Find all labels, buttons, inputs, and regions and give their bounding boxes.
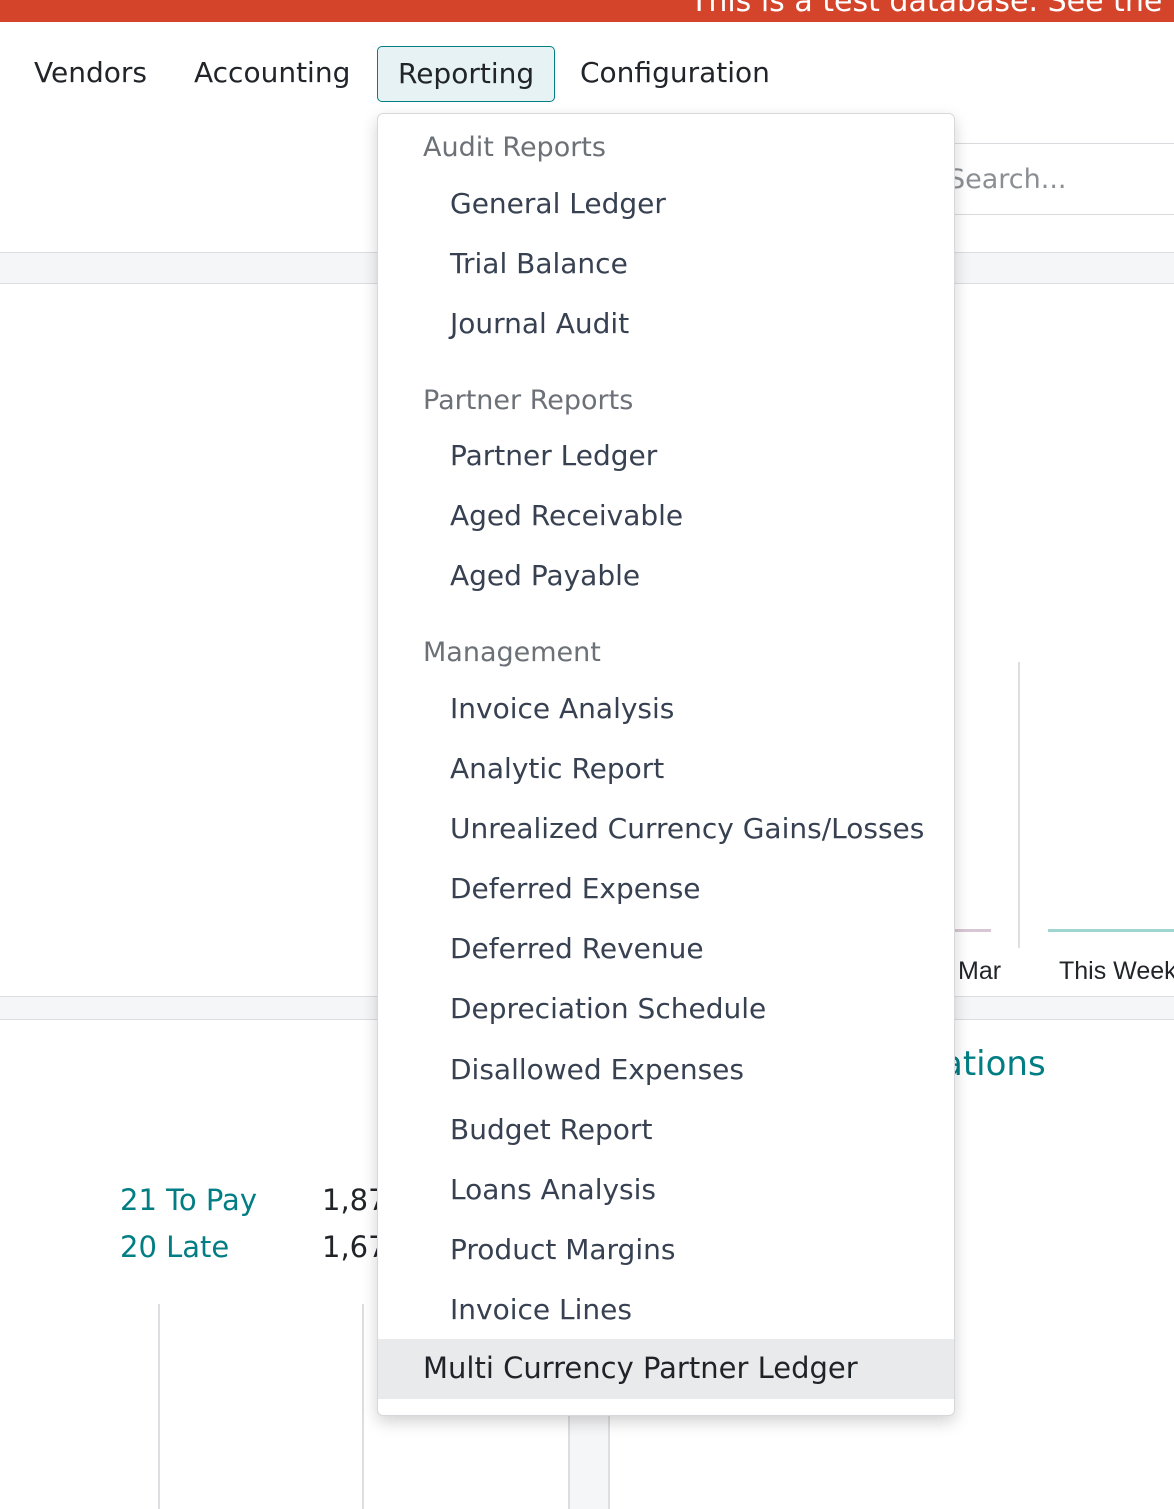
dropdown-item-journal-audit[interactable]: Journal Audit bbox=[450, 307, 629, 340]
test-database-banner: This is a test database. See the bbox=[0, 0, 1174, 22]
dropdown-item-multi-currency-partner-ledger[interactable]: Multi Currency Partner Ledger bbox=[378, 1339, 954, 1399]
dropdown-item-trial-balance[interactable]: Trial Balance bbox=[450, 247, 628, 280]
dropdown-item-aged-receivable[interactable]: Aged Receivable bbox=[450, 499, 683, 532]
dropdown-item-label: Multi Currency Partner Ledger bbox=[423, 1351, 858, 1385]
stat-to-pay-link[interactable]: 21 To Pay bbox=[120, 1183, 257, 1217]
chart-label-this-week: This Week bbox=[1059, 957, 1174, 985]
reporting-dropdown-menu: Audit Reports General Ledger Trial Balan… bbox=[377, 113, 955, 1416]
chart-bar-this-week bbox=[1048, 929, 1174, 932]
dropdown-item-product-margins[interactable]: Product Margins bbox=[450, 1233, 675, 1266]
graph-line bbox=[608, 1414, 610, 1509]
dropdown-item-partner-ledger[interactable]: Partner Ledger bbox=[450, 439, 657, 472]
dropdown-item-invoice-analysis[interactable]: Invoice Analysis bbox=[450, 692, 674, 725]
menu-reporting[interactable]: Reporting bbox=[377, 46, 556, 102]
dropdown-item-general-ledger[interactable]: General Ledger bbox=[450, 187, 666, 220]
dropdown-item-invoice-lines[interactable]: Invoice Lines bbox=[450, 1293, 632, 1326]
dropdown-header-partner-reports: Partner Reports bbox=[423, 385, 634, 416]
dropdown-header-management: Management bbox=[423, 637, 601, 668]
graph-bar bbox=[570, 1414, 608, 1509]
dropdown-item-budget-report[interactable]: Budget Report bbox=[450, 1113, 652, 1146]
menu-vendors[interactable]: Vendors bbox=[34, 46, 147, 102]
chart-divider-line bbox=[1018, 662, 1020, 948]
chart-label-mar: Mar bbox=[958, 957, 1002, 985]
dropdown-item-deferred-revenue[interactable]: Deferred Revenue bbox=[450, 932, 704, 965]
dropdown-item-analytic-report[interactable]: Analytic Report bbox=[450, 752, 664, 785]
stat-late-link[interactable]: 20 Late bbox=[120, 1230, 229, 1264]
menu-accounting[interactable]: Accounting bbox=[194, 46, 350, 102]
banner-text: This is a test database. See the bbox=[690, 0, 1163, 19]
dropdown-item-disallowed-expenses[interactable]: Disallowed Expenses bbox=[450, 1053, 744, 1086]
graph-line bbox=[362, 1304, 364, 1509]
dropdown-item-loans-analysis[interactable]: Loans Analysis bbox=[450, 1173, 656, 1206]
menu-configuration[interactable]: Configuration bbox=[580, 46, 770, 102]
search-placeholder: Search... bbox=[948, 164, 1067, 195]
dropdown-header-audit-reports: Audit Reports bbox=[423, 132, 606, 163]
top-menu-bar: Vendors Accounting Reporting Configurati… bbox=[0, 22, 1174, 122]
dropdown-item-aged-payable[interactable]: Aged Payable bbox=[450, 559, 640, 592]
graph-line bbox=[158, 1304, 160, 1509]
dropdown-item-depreciation-schedule[interactable]: Depreciation Schedule bbox=[450, 992, 766, 1025]
dropdown-item-deferred-expense[interactable]: Deferred Expense bbox=[450, 872, 701, 905]
dropdown-item-unrealized-currency[interactable]: Unrealized Currency Gains/Losses bbox=[450, 812, 924, 845]
chart-bar-mar bbox=[955, 929, 991, 932]
